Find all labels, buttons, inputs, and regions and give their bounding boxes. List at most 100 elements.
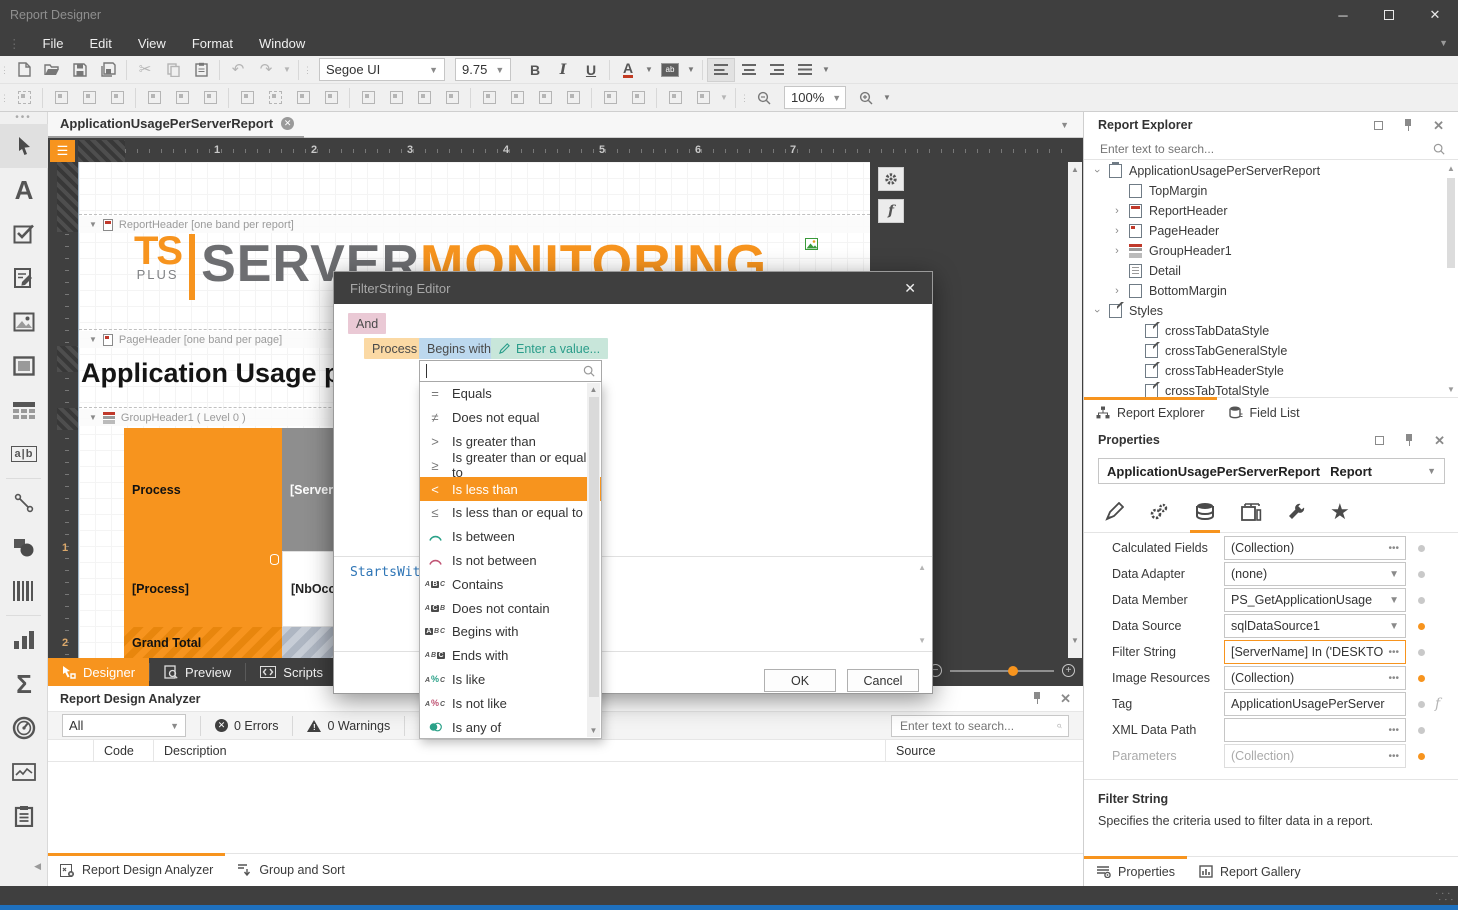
operator-item-equals[interactable]: =Equals bbox=[420, 382, 601, 406]
minimize-button[interactable]: ─ bbox=[1320, 0, 1366, 30]
ellipsis-button[interactable]: ••• bbox=[1384, 543, 1399, 554]
column-source[interactable]: Source bbox=[886, 740, 1083, 761]
scroll-down-icon[interactable]: ▼ bbox=[587, 726, 600, 735]
collapse-band-icon[interactable]: ▼ bbox=[89, 220, 97, 229]
align-right-button[interactable] bbox=[763, 58, 791, 82]
close-button[interactable]: ✕ bbox=[1412, 0, 1458, 30]
chevron-down-icon[interactable]: ▼ bbox=[1385, 621, 1399, 632]
toolbox-collapse-icon[interactable]: ◀ bbox=[34, 861, 41, 872]
scroll-down-icon[interactable]: ▼ bbox=[1446, 385, 1456, 394]
align-center-button[interactable] bbox=[735, 58, 763, 82]
size-to-grid-button[interactable] bbox=[261, 86, 289, 110]
bold-button[interactable]: B bbox=[521, 58, 549, 82]
tree-scrollbar[interactable]: ▲ ▼ bbox=[1446, 164, 1456, 394]
align-centers-button[interactable] bbox=[75, 86, 103, 110]
chevron-down-icon[interactable]: › bbox=[1091, 166, 1103, 176]
property-value-editor[interactable]: (none)▼ bbox=[1224, 562, 1406, 586]
menu-overflow-chevron-icon[interactable]: ▼ bbox=[1439, 38, 1448, 48]
sparkline-tool[interactable] bbox=[0, 750, 48, 794]
richtext-tool[interactable] bbox=[0, 256, 48, 300]
scroll-down-icon[interactable]: ▼ bbox=[1068, 636, 1082, 645]
property-value-editor[interactable]: ••• bbox=[1224, 718, 1406, 742]
menu-edit[interactable]: Edit bbox=[76, 30, 124, 56]
report-explorer-search-box[interactable] bbox=[1084, 138, 1458, 160]
gauge-tool[interactable] bbox=[0, 706, 48, 750]
font-size-combo[interactable]: 9.75▼ bbox=[455, 58, 511, 81]
crosstab-cell-process-value[interactable]: [Process] bbox=[124, 551, 282, 627]
ellipsis-button[interactable]: ••• bbox=[1384, 725, 1399, 736]
operator-item-is-like[interactable]: A%CIs like bbox=[420, 668, 601, 692]
appearance-tab[interactable] bbox=[1104, 491, 1124, 533]
remove-vspacing-button[interactable] bbox=[559, 86, 587, 110]
paste-button[interactable] bbox=[187, 58, 215, 82]
filter-value-badge[interactable]: Enter a value... bbox=[491, 338, 608, 359]
pin-icon[interactable] bbox=[1403, 119, 1413, 131]
font-color-button[interactable]: A bbox=[614, 58, 642, 82]
analyzer-search-box[interactable] bbox=[891, 715, 1069, 737]
tab-field-list[interactable]: Field List bbox=[1217, 398, 1312, 428]
chevron-down-icon[interactable]: ▼ bbox=[1385, 595, 1399, 606]
collapse-band-icon[interactable]: ▼ bbox=[89, 335, 97, 344]
property-value-editor[interactable]: (Collection)••• bbox=[1224, 744, 1406, 768]
property-value-editor[interactable]: ApplicationUsagePerServer bbox=[1224, 692, 1406, 716]
decrease-vspacing-button[interactable] bbox=[531, 86, 559, 110]
zoom-slider-plus-icon[interactable]: + bbox=[1062, 664, 1075, 677]
make-same-width-button[interactable] bbox=[233, 86, 261, 110]
tree-item-bottommargin[interactable]: ›BottomMargin bbox=[1084, 281, 1444, 301]
align-lefts-button[interactable] bbox=[47, 86, 75, 110]
crosstab-tool[interactable] bbox=[0, 794, 48, 838]
center-horizontally-button[interactable] bbox=[596, 86, 624, 110]
decrease-hspacing-button[interactable] bbox=[410, 86, 438, 110]
vertical-spacing-button[interactable] bbox=[475, 86, 503, 110]
close-tab-icon[interactable]: ✕ bbox=[281, 117, 294, 130]
make-same-size-button[interactable] bbox=[317, 86, 345, 110]
center-vertically-button[interactable] bbox=[624, 86, 652, 110]
align-left-button[interactable] bbox=[707, 58, 735, 82]
tab-scripts[interactable]: Scripts bbox=[246, 658, 337, 686]
pin-icon[interactable] bbox=[1404, 434, 1414, 446]
bring-to-front-button[interactable] bbox=[661, 86, 689, 110]
operator-item-is-not-like[interactable]: A%CIs not like bbox=[420, 691, 601, 715]
scroll-up-icon[interactable]: ▲ bbox=[1068, 165, 1082, 174]
tree-item-topmargin[interactable]: TopMargin bbox=[1084, 181, 1444, 201]
column-description[interactable]: Description bbox=[154, 740, 886, 761]
favorites-tab[interactable]: ★ bbox=[1330, 491, 1350, 533]
tree-item-crosstabheaderstyle[interactable]: crossTabHeaderStyle bbox=[1084, 361, 1444, 381]
chevron-right-icon[interactable]: › bbox=[1112, 285, 1122, 297]
tab-properties[interactable]: Properties bbox=[1084, 857, 1187, 887]
barcode-tool[interactable] bbox=[0, 569, 48, 613]
shape-tool[interactable] bbox=[0, 525, 48, 569]
operator-item-begins-with[interactable]: ABCBegins with bbox=[420, 620, 601, 644]
redo-button[interactable]: ↷ bbox=[252, 58, 280, 82]
warnings-counter[interactable]: !0 Warnings bbox=[307, 719, 390, 733]
property-value-editor[interactable]: sqlDataSource1▼ bbox=[1224, 614, 1406, 638]
chevron-right-icon[interactable]: › bbox=[1112, 225, 1122, 237]
undo-button[interactable]: ↶ bbox=[224, 58, 252, 82]
increase-hspacing-button[interactable] bbox=[382, 86, 410, 110]
scripts-fx-button[interactable]: f bbox=[878, 199, 904, 223]
errors-counter[interactable]: ✕0 Errors bbox=[215, 719, 278, 733]
italic-button[interactable]: I bbox=[549, 58, 577, 82]
analyzer-search-input[interactable] bbox=[898, 718, 1057, 734]
tree-item-crosstabgeneralstyle[interactable]: crossTabGeneralStyle bbox=[1084, 341, 1444, 361]
chevron-right-icon[interactable]: › bbox=[1112, 205, 1122, 217]
dialog-title-bar[interactable]: FilterString Editor ✕ bbox=[334, 272, 932, 304]
filter-operator-badge[interactable]: Begins with bbox=[419, 338, 499, 359]
crosstab-cell-grand-total[interactable]: Grand Total bbox=[124, 627, 282, 658]
group-operator-badge[interactable]: And bbox=[348, 313, 386, 334]
open-button[interactable] bbox=[38, 58, 66, 82]
zoom-level-combo[interactable]: 100%▼ bbox=[784, 86, 846, 109]
operator-item-is-less-than[interactable]: <Is less than bbox=[420, 477, 601, 501]
operator-search-box[interactable] bbox=[419, 360, 602, 382]
highlight-color-button[interactable]: ab bbox=[656, 58, 684, 82]
object-selector-combo[interactable]: ApplicationUsagePerServerReport Report ▼ bbox=[1098, 458, 1445, 484]
remove-hspacing-button[interactable] bbox=[438, 86, 466, 110]
chevron-down-icon[interactable]: ▼ bbox=[1385, 569, 1399, 580]
horizontal-spacing-button[interactable] bbox=[354, 86, 382, 110]
collapse-band-icon[interactable]: ▼ bbox=[89, 413, 97, 422]
font-name-combo[interactable]: Segoe UI▼ bbox=[319, 58, 445, 81]
tree-item-detail[interactable]: Detail bbox=[1084, 261, 1444, 281]
operator-item-does-not-contain[interactable]: ACBDoes not contain bbox=[420, 596, 601, 620]
table-tool[interactable] bbox=[0, 388, 48, 432]
report-menu-button[interactable]: ☰ bbox=[50, 140, 75, 162]
